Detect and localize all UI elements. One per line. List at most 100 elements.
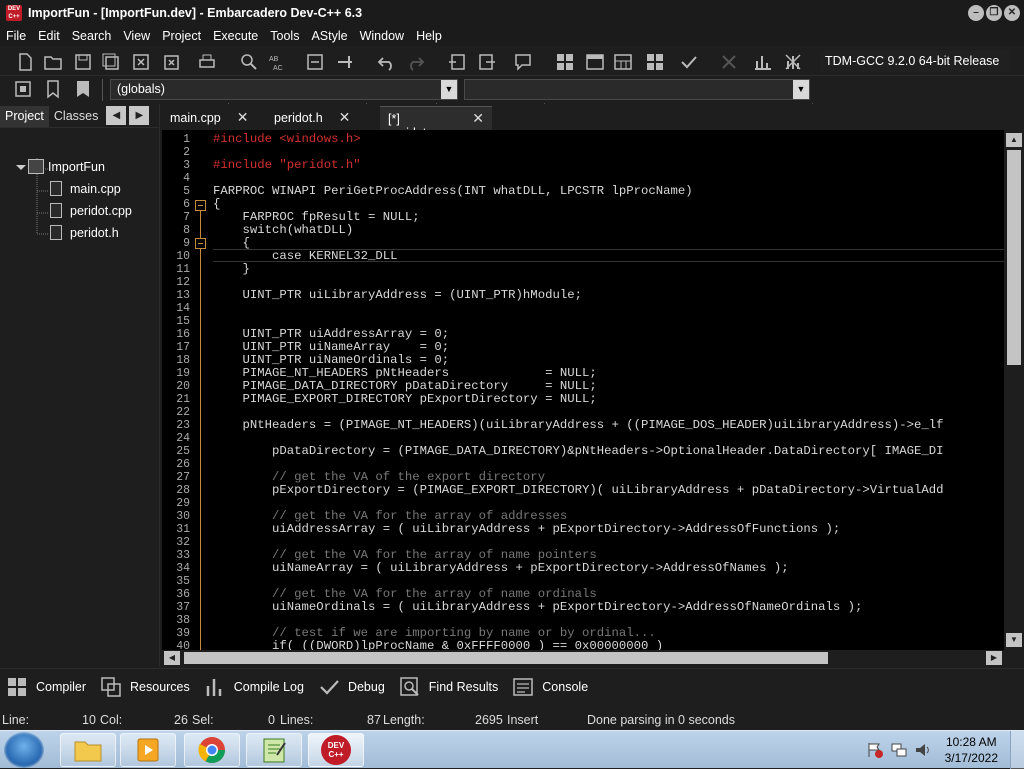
taskbar-explorer[interactable]: [60, 733, 116, 767]
tree-file-main-cpp[interactable]: main.cpp: [50, 181, 121, 196]
menu-help[interactable]: Help: [410, 29, 448, 43]
line-number: 17: [176, 341, 190, 354]
file-icon: [50, 181, 62, 196]
save-icon[interactable]: [72, 51, 94, 73]
scroll-right-icon[interactable]: ▶: [986, 651, 1002, 665]
minimize-button[interactable]: –: [968, 5, 984, 21]
run-icon[interactable]: [584, 51, 606, 73]
fold-toggle-icon[interactable]: [195, 238, 206, 249]
undo-icon[interactable]: [376, 51, 398, 73]
code-line: UINT_PTR uiAddressArray = 0;: [213, 327, 450, 341]
panel-tabs: Project Classes ◀ ▶: [0, 104, 159, 128]
action-center-flag-icon[interactable]: [866, 741, 884, 759]
new-file-icon[interactable]: [14, 51, 36, 73]
print-icon[interactable]: [196, 51, 218, 73]
scroll-left-icon[interactable]: ◀: [164, 651, 180, 665]
delete-profile-icon[interactable]: [782, 51, 804, 73]
chevron-down-icon[interactable]: ▼: [441, 80, 457, 99]
tab-compile-log[interactable]: Compile Log: [198, 669, 312, 705]
horizontal-scrollbar[interactable]: ◀ ▶: [162, 650, 1004, 666]
menu-search[interactable]: Search: [66, 29, 118, 43]
function-select[interactable]: ▼: [464, 79, 810, 100]
scroll-up-icon[interactable]: ▲: [1006, 133, 1022, 147]
volume-icon[interactable]: [914, 741, 932, 759]
vertical-scrollbar[interactable]: ▲ ▼: [1004, 130, 1024, 650]
tree-file-peridot-h[interactable]: peridot.h: [50, 225, 119, 240]
replace-icon[interactable]: AB AC: [266, 51, 288, 73]
status-mode: Insert: [507, 713, 539, 727]
taskbar-notepadpp[interactable]: [246, 733, 302, 767]
menu-bar: File Edit Search View Project Execute To…: [0, 26, 1024, 46]
line-number: 24: [176, 432, 190, 445]
taskbar-media-player[interactable]: [120, 733, 176, 767]
fold-toggle-icon[interactable]: [195, 200, 206, 211]
chevron-right-icon[interactable]: ▶: [129, 106, 150, 125]
tab-project[interactable]: Project: [0, 106, 49, 127]
scroll-thumb[interactable]: [184, 652, 828, 664]
status-col-label: Col:: [100, 713, 123, 727]
menu-window[interactable]: Window: [354, 29, 410, 43]
project-tree: ImportFun main.cpp peridot.cpp peridot.h: [0, 128, 159, 662]
menu-tools[interactable]: Tools: [264, 29, 305, 43]
menu-view[interactable]: View: [117, 29, 156, 43]
open-folder-icon[interactable]: [42, 51, 64, 73]
stop-execution-icon[interactable]: [718, 51, 740, 73]
taskbar-devcpp[interactable]: DEV C++: [308, 733, 364, 767]
network-icon[interactable]: [890, 741, 908, 759]
code-line: {: [213, 197, 221, 211]
tab-main-cpp[interactable]: main.cpp ✕: [162, 106, 258, 130]
start-button[interactable]: [4, 732, 44, 768]
code-line: // get the VA for the array of name ordi…: [213, 587, 597, 601]
close-icon[interactable]: ✕: [472, 111, 484, 125]
taskbar-chrome[interactable]: [184, 733, 240, 767]
tab-compiler[interactable]: Compiler: [0, 669, 94, 705]
menu-project[interactable]: Project: [156, 29, 207, 43]
line-number: 38: [176, 614, 190, 627]
goto-line-icon[interactable]: [304, 51, 326, 73]
scope-select[interactable]: (globals) ▼: [110, 79, 458, 100]
status-length-value: 2695: [475, 713, 503, 727]
unindent-icon[interactable]: [476, 51, 498, 73]
close-button[interactable]: ✕: [1004, 5, 1020, 21]
show-desktop-button[interactable]: [1010, 731, 1024, 769]
chevron-down-icon[interactable]: ▼: [793, 80, 809, 99]
close-icon[interactable]: ✕: [237, 110, 249, 124]
close-icon[interactable]: ✕: [339, 110, 351, 124]
close-all-icon[interactable]: [160, 51, 182, 73]
find-icon[interactable]: [238, 51, 260, 73]
menu-file[interactable]: File: [0, 29, 32, 43]
tree-project-node[interactable]: ImportFun: [28, 159, 105, 174]
new-class-icon[interactable]: [12, 78, 34, 100]
scroll-thumb[interactable]: [1007, 150, 1021, 365]
restore-button[interactable]: ❐: [986, 5, 1002, 21]
tab-find-results[interactable]: Find Results: [393, 669, 506, 705]
chevron-left-icon[interactable]: ◀: [106, 106, 127, 125]
tab-console[interactable]: Console: [506, 669, 596, 705]
toggle-bookmark-icon[interactable]: [334, 51, 356, 73]
compile-run-icon[interactable]: [612, 51, 634, 73]
tab-classes[interactable]: Classes: [49, 106, 103, 127]
tab-peridot-h[interactable]: peridot.h ✕: [266, 106, 378, 130]
compiler-select[interactable]: TDM-GCC 9.2.0 64-bit Release: [820, 50, 1010, 72]
menu-astyle[interactable]: AStyle: [305, 29, 353, 43]
menu-edit[interactable]: Edit: [32, 29, 66, 43]
tab-peridot-cpp[interactable]: [*] peridot.cpp ✕: [380, 106, 492, 140]
tab-resources[interactable]: Resources: [94, 669, 198, 705]
tree-file-peridot-cpp[interactable]: peridot.cpp: [50, 203, 132, 218]
save-all-icon[interactable]: [100, 51, 122, 73]
clock[interactable]: 10:28 AM 3/17/2022: [945, 734, 998, 766]
add-bookmark-icon[interactable]: [42, 78, 64, 100]
rebuild-icon[interactable]: [644, 51, 666, 73]
scroll-down-icon[interactable]: ▼: [1006, 633, 1022, 647]
compile-icon[interactable]: [554, 51, 576, 73]
redo-icon[interactable]: [404, 51, 426, 73]
close-file-icon[interactable]: [130, 51, 152, 73]
menu-execute[interactable]: Execute: [207, 29, 264, 43]
goto-bookmark-icon[interactable]: [72, 78, 94, 100]
profile-icon[interactable]: [752, 51, 774, 73]
check-syntax-icon[interactable]: [678, 51, 700, 73]
indent-icon[interactable]: [446, 51, 468, 73]
comment-icon[interactable]: [512, 51, 534, 73]
code-editor[interactable]: #include <windows.h> #include "peridot.h"…: [162, 130, 1004, 650]
tab-debug[interactable]: Debug: [312, 669, 393, 705]
